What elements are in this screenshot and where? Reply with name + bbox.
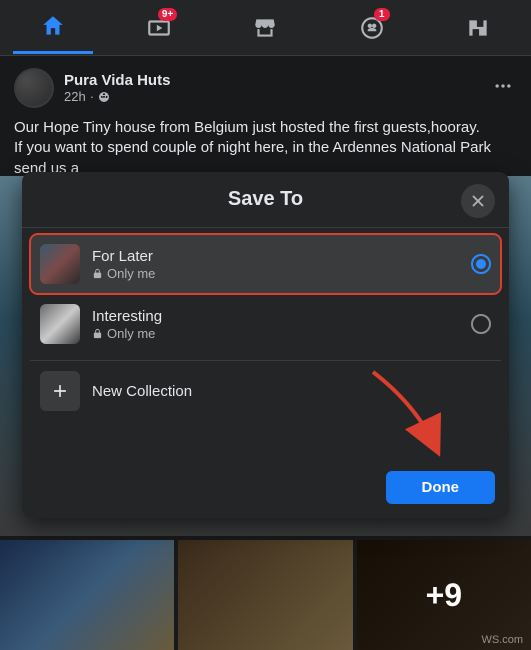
modal-overlay: Save To For Later Only me: [0, 0, 531, 650]
collection-privacy: Only me: [92, 266, 459, 281]
collection-row[interactable]: For Later Only me: [30, 234, 501, 294]
save-to-modal: Save To For Later Only me: [22, 172, 509, 518]
lock-icon: [92, 268, 103, 279]
lock-icon: [92, 328, 103, 339]
plus-box: [40, 371, 80, 411]
collection-row[interactable]: Interesting Only me: [30, 294, 501, 354]
collection-name: For Later: [92, 248, 459, 265]
modal-footer: Done: [22, 421, 509, 504]
modal-header: Save To: [22, 172, 509, 228]
collection-privacy: Only me: [92, 326, 459, 341]
watermark: WS.com: [481, 634, 523, 646]
collection-thumb: [40, 244, 80, 284]
new-collection-row[interactable]: New Collection: [30, 360, 501, 421]
plus-icon: [50, 381, 70, 401]
collection-list: For Later Only me Interesting Only me: [22, 228, 509, 360]
collection-text: For Later Only me: [92, 248, 459, 281]
collection-name: Interesting: [92, 308, 459, 325]
close-icon: [469, 192, 487, 210]
privacy-label: Only me: [107, 266, 155, 281]
collection-text: Interesting Only me: [92, 308, 459, 341]
radio-unselected[interactable]: [471, 314, 491, 334]
radio-selected[interactable]: [471, 254, 491, 274]
privacy-label: Only me: [107, 326, 155, 341]
modal-title: Save To: [228, 188, 303, 211]
new-collection-label: New Collection: [92, 383, 192, 400]
done-button[interactable]: Done: [386, 471, 496, 504]
close-button[interactable]: [461, 184, 495, 218]
collection-thumb: [40, 304, 80, 344]
